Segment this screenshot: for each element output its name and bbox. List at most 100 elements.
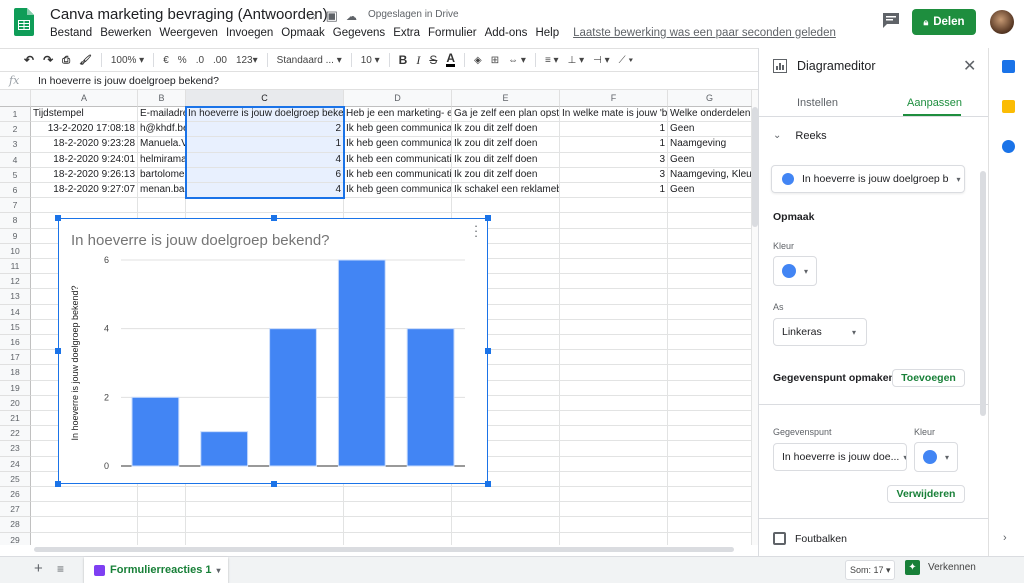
keep-icon[interactable] <box>1002 100 1015 113</box>
tab-customize[interactable]: Aanpassen <box>907 97 962 109</box>
grid-cell[interactable] <box>560 532 668 545</box>
grid-cell[interactable]: 3 <box>560 152 668 168</box>
header-cell[interactable]: In hoeverre is jouw doelgroep bekend? <box>186 107 344 123</box>
grid-cell[interactable]: Geen <box>668 183 752 199</box>
grid-cell[interactable]: Ik heb geen communicatie <box>344 183 452 199</box>
series-select[interactable]: In hoeverre is jouw doelgroep b ▾ <box>771 165 965 193</box>
calendar-icon[interactable] <box>1002 60 1015 73</box>
font-select[interactable]: Standaard ... ▾ <box>277 55 342 66</box>
more-options-icon[interactable]: · · · <box>473 219 479 242</box>
rotate-icon[interactable]: ⟋ ▾ <box>619 55 634 66</box>
row-header[interactable]: 16 <box>0 335 31 351</box>
row-header[interactable]: 10 <box>0 243 31 259</box>
row-header[interactable]: 20 <box>0 395 31 411</box>
row-header[interactable]: 22 <box>0 426 31 442</box>
grid-cell[interactable]: Ik zou dit zelf doen <box>452 152 560 168</box>
close-icon[interactable]: ✕ <box>963 56 976 76</box>
decimal-decrease-button[interactable]: .0 <box>196 55 204 66</box>
grid-cell[interactable]: Ik heb een communicatie <box>344 167 452 183</box>
column-header[interactable]: B <box>138 90 186 107</box>
grid-cell[interactable] <box>452 532 560 545</box>
resize-handle[interactable] <box>485 348 491 354</box>
grid-cell[interactable] <box>138 517 186 533</box>
grid-cell[interactable]: Naamgeving, Kleu <box>668 167 752 183</box>
menu-item[interactable]: Formulier <box>428 27 477 39</box>
resize-handle[interactable] <box>485 215 491 221</box>
menu-item[interactable]: Bestand <box>50 27 92 39</box>
grid-cell[interactable] <box>668 319 752 335</box>
comment-icon[interactable] <box>882 12 900 28</box>
more-formats-button[interactable]: 123▾ <box>236 55 258 66</box>
currency-button[interactable]: € <box>163 55 169 66</box>
row-header[interactable]: 14 <box>0 304 31 320</box>
header-cell[interactable]: Heb je een marketing- en <box>344 107 452 123</box>
row-header[interactable]: 7 <box>0 198 31 214</box>
star-icon[interactable]: ☆ <box>306 8 318 24</box>
grid-cell[interactable] <box>344 517 452 533</box>
axis-select[interactable]: Linkeras ▾ <box>773 318 867 346</box>
datapoint-select[interactable]: In hoeverre is jouw doe... ▾ <box>773 443 907 471</box>
grid-cell[interactable] <box>560 380 668 396</box>
grid-cell[interactable] <box>560 304 668 320</box>
grid-cell[interactable] <box>138 502 186 518</box>
remove-button[interactable]: Verwijderen <box>887 485 965 503</box>
header-cell[interactable]: E-mailadres <box>138 107 186 123</box>
column-header[interactable]: G <box>668 90 752 107</box>
grid-cell[interactable]: 1 <box>560 183 668 199</box>
row-header[interactable]: 24 <box>0 456 31 472</box>
add-button[interactable]: Toevoegen <box>892 369 965 387</box>
grid-cell[interactable] <box>560 441 668 457</box>
grid-cell[interactable] <box>344 502 452 518</box>
grid-cell[interactable] <box>668 532 752 545</box>
zoom-select[interactable]: 100% ▾ <box>111 55 144 66</box>
strikethrough-button[interactable]: S <box>429 53 437 67</box>
grid-cell[interactable] <box>668 471 752 487</box>
sum-indicator[interactable]: Som: 17 ▾ <box>845 560 895 580</box>
share-button[interactable]: 🔒︎ Delen <box>912 9 976 35</box>
grid-cell[interactable] <box>560 411 668 427</box>
header-cell[interactable]: Tijdstempel <box>31 107 138 123</box>
sheet-list-icon[interactable]: ≡ <box>57 562 64 576</box>
menu-item[interactable]: Opmaak <box>281 27 324 39</box>
grid-cell[interactable] <box>560 213 668 229</box>
grid-cell[interactable]: 18-2-2020 9:23:28 <box>31 137 138 153</box>
grid-cell[interactable] <box>668 350 752 366</box>
grid-cell[interactable] <box>668 365 752 381</box>
grid-cell[interactable] <box>138 532 186 545</box>
grid-cell[interactable] <box>186 502 344 518</box>
print-icon[interactable]: ⎙ <box>62 55 70 66</box>
menu-item[interactable]: Bewerken <box>100 27 151 39</box>
grid-cell[interactable]: 4 <box>186 183 344 199</box>
grid-cell[interactable] <box>668 243 752 259</box>
chevron-down-icon[interactable]: ▾ <box>217 566 221 575</box>
grid-cell[interactable]: helmiramac <box>138 152 186 168</box>
text-color-button[interactable]: A <box>446 52 456 67</box>
menu-item[interactable]: Gegevens <box>333 27 385 39</box>
resize-handle[interactable] <box>485 481 491 487</box>
grid-cell[interactable]: Ik schakel een reklamebu <box>452 183 560 199</box>
grid-cell[interactable] <box>186 532 344 545</box>
menu-item[interactable]: Extra <box>393 27 420 39</box>
grid-cell[interactable] <box>668 502 752 518</box>
horizontal-scroll-thumb[interactable] <box>34 547 734 552</box>
redo-icon[interactable]: ↷ <box>43 53 53 67</box>
row-header[interactable]: 12 <box>0 274 31 290</box>
tasks-icon[interactable] <box>1002 140 1015 153</box>
document-title[interactable]: Canva marketing bevraging (Antwoorden) <box>50 6 328 23</box>
row-header[interactable]: 23 <box>0 441 31 457</box>
resize-handle[interactable] <box>55 348 61 354</box>
grid-cell[interactable] <box>668 304 752 320</box>
grid-cell[interactable] <box>668 426 752 442</box>
grid-cell[interactable]: 18-2-2020 9:26:13 <box>31 167 138 183</box>
grid-cell[interactable] <box>668 335 752 351</box>
column-header[interactable]: D <box>344 90 452 107</box>
section-series-header[interactable]: ⌄ Reeks <box>773 130 827 142</box>
grid-cell[interactable] <box>186 487 344 503</box>
wrap-icon[interactable]: ⊣ ▾ <box>593 55 610 66</box>
panel-scroll-thumb[interactable] <box>980 171 986 416</box>
grid-cell[interactable] <box>452 517 560 533</box>
move-folder-icon[interactable]: ▣ <box>326 8 338 24</box>
grid-cell[interactable] <box>138 487 186 503</box>
grid-cell[interactable]: 2 <box>186 122 344 138</box>
grid-cell[interactable] <box>31 502 138 518</box>
